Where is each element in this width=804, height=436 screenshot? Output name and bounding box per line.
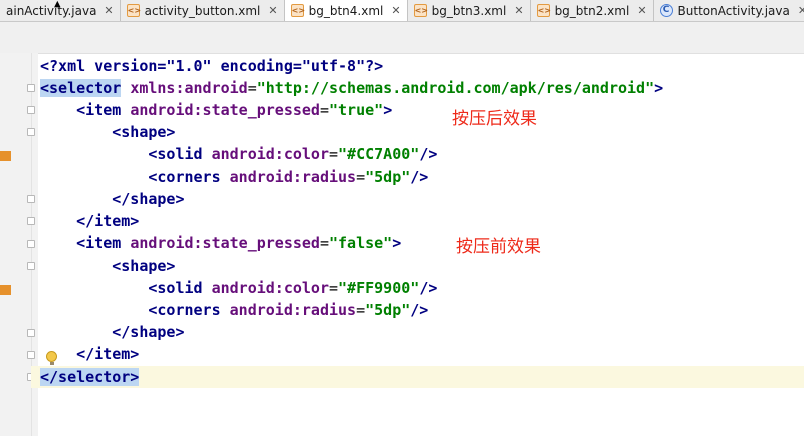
xml-declaration: <?xml version="1.0" encoding="utf-8"?> [40, 57, 384, 75]
color-swatch-marker[interactable] [0, 151, 11, 161]
tab-label: bg_btn4.xml [308, 3, 384, 18]
tab-label: ButtonActivity.java [677, 3, 790, 18]
attr-value: "false" [329, 234, 393, 252]
tab-activity-button-xml[interactable]: <> activity_button.xml ✕ [121, 0, 285, 21]
code-line-3: <item android:state_pressed="true"> [40, 99, 392, 121]
attr-eq: = [247, 79, 257, 97]
attr-name: android:color [211, 145, 329, 163]
solid-tag: <solid [148, 145, 203, 163]
close-icon[interactable]: ✕ [391, 4, 400, 17]
item-open-tag: <item [76, 234, 122, 252]
close-icon[interactable]: ✕ [514, 4, 523, 17]
tab-bg-btn3-xml[interactable]: <> bg_btn3.xml ✕ [408, 0, 531, 21]
code-line-8: </item> [40, 210, 139, 232]
attr-name: android:state_pressed [130, 101, 320, 119]
item-close-tag: </item> [76, 212, 140, 230]
shape-close-tag: </shape> [112, 323, 185, 341]
shape-open-tag: <shape> [112, 257, 176, 275]
attr-eq: = [329, 145, 339, 163]
code-line-9: <item android:state_pressed="false"> [40, 232, 401, 254]
code-line-7: </shape> [40, 188, 185, 210]
item-close-tag: </item> [76, 345, 140, 363]
attr-eq: = [356, 168, 366, 186]
xml-file-icon: <> [290, 4, 306, 17]
fold-icon[interactable] [27, 351, 35, 359]
attr-name: android:radius [229, 168, 357, 186]
attr-value: "5dp" [365, 168, 411, 186]
fold-icon[interactable] [27, 84, 35, 92]
attr-name: android:state_pressed [130, 234, 320, 252]
shape-open-tag: <shape> [112, 123, 176, 141]
tab-label: bg_btn3.xml [431, 3, 507, 18]
tab-bg-btn4-xml[interactable]: <> bg_btn4.xml ✕ [284, 0, 408, 21]
fold-icon[interactable] [27, 217, 35, 225]
tab-buttonactivity-java[interactable]: C ButtonActivity.java ✕ [654, 0, 804, 21]
attr-value: "#FF9900" [338, 279, 420, 297]
code-line-10: <shape> [40, 255, 175, 277]
tag-end: /> [410, 168, 429, 186]
editor-breadcrumb-strip [0, 22, 804, 54]
code-line-11: <solid android:color="#FF9900"/> [40, 277, 437, 299]
attr-name: android:radius [229, 301, 357, 319]
xml-file-icon: <> [126, 4, 142, 17]
tag-end: > [654, 79, 664, 97]
code-line-15: </selector> [31, 366, 804, 388]
tag-end: /> [419, 279, 438, 297]
attr-value: "5dp" [365, 301, 411, 319]
code-line-13: </shape> [40, 321, 185, 343]
color-swatch-marker[interactable] [0, 285, 11, 295]
corners-tag: <corners [148, 301, 221, 319]
attr-eq: = [356, 301, 366, 319]
fold-icon[interactable] [27, 240, 35, 248]
tab-label: bg_btn2.xml [554, 3, 630, 18]
code-line-12: <corners android:radius="5dp"/> [40, 299, 428, 321]
code-line-5: <solid android:color="#CC7A00"/> [40, 143, 437, 165]
close-icon[interactable]: ✕ [798, 4, 804, 17]
fold-icon[interactable] [27, 195, 35, 203]
tag-end: > [392, 234, 402, 252]
fold-icon[interactable] [27, 262, 35, 270]
code-line-6: <corners android:radius="5dp"/> [40, 166, 428, 188]
item-open-tag: <item [76, 101, 122, 119]
attr-name: android:color [211, 279, 329, 297]
solid-tag: <solid [148, 279, 203, 297]
attr-value: "http://schemas.android.com/apk/res/andr… [256, 79, 655, 97]
code-line-2: <selector xmlns:android="http://schemas.… [40, 77, 663, 99]
attr-eq: = [319, 101, 329, 119]
selector-close-tag: </selector> [40, 368, 140, 386]
fold-icon[interactable] [27, 106, 35, 114]
fold-icon[interactable] [27, 128, 35, 136]
tab-bg-btn2-xml[interactable]: <> bg_btn2.xml ✕ [531, 0, 654, 21]
editor-tab-bar: ainActivity.java ✕ <> activity_button.xm… [0, 0, 804, 22]
code-line-14: </item> [40, 343, 139, 365]
fold-icon[interactable] [27, 329, 35, 337]
mouse-cursor-icon: ▲ [54, 0, 61, 10]
attr-value: "#CC7A00" [338, 145, 420, 163]
code-line-1: <?xml version="1.0" encoding="utf-8"?> [40, 55, 383, 77]
tab-label: activity_button.xml [144, 3, 261, 18]
close-icon[interactable]: ✕ [104, 4, 113, 17]
tag-end: /> [419, 145, 438, 163]
annotation-not-pressed: 按压前效果 [456, 237, 541, 257]
corners-tag: <corners [148, 168, 221, 186]
java-class-icon: C [659, 4, 673, 17]
shape-close-tag: </shape> [112, 190, 185, 208]
tag-end: /> [410, 301, 429, 319]
xml-file-icon: <> [413, 4, 428, 17]
xml-file-icon: <> [536, 4, 551, 17]
close-icon[interactable]: ✕ [268, 4, 277, 17]
tab-label: ainActivity.java [6, 3, 97, 18]
code-line-4: <shape> [40, 121, 175, 143]
tag-end: > [383, 101, 393, 119]
code-editor[interactable]: <?xml version="1.0" encoding="utf-8"?> <… [31, 53, 804, 436]
annotation-pressed: 按压后效果 [452, 109, 537, 129]
attr-name: xmlns:android [130, 79, 248, 97]
close-icon[interactable]: ✕ [637, 4, 646, 17]
attr-eq: = [319, 234, 329, 252]
attr-value: "true" [329, 101, 384, 119]
selector-open-tag: <selector [40, 79, 122, 97]
attr-eq: = [329, 279, 339, 297]
